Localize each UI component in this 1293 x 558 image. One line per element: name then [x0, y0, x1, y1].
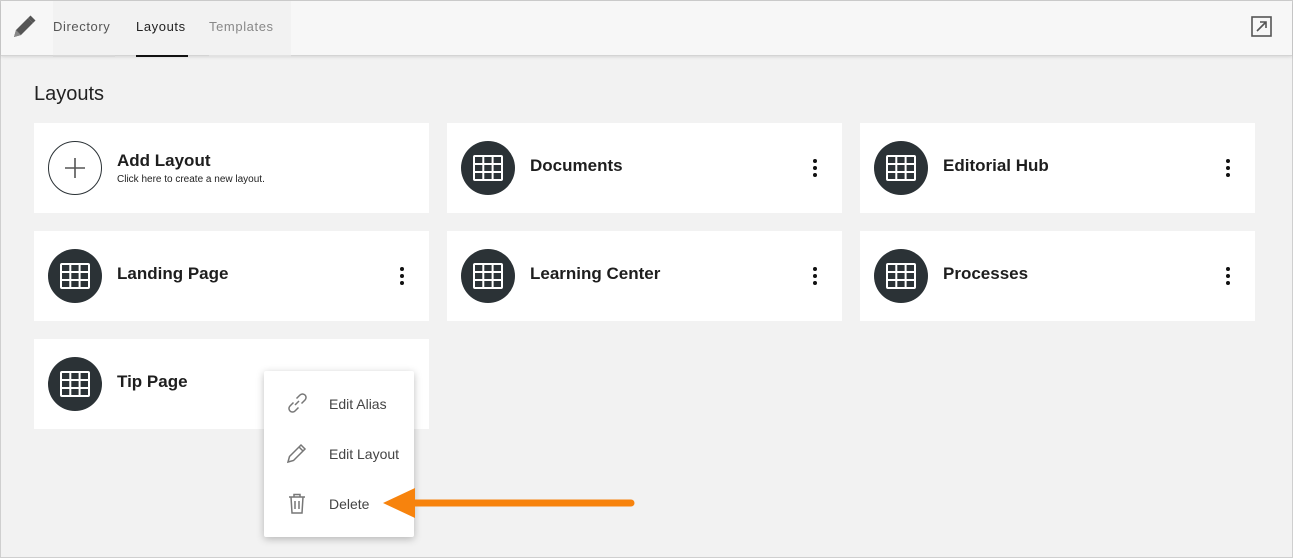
layout-card-landing-page[interactable]: Landing Page: [34, 231, 429, 321]
menu-item-edit-layout[interactable]: Edit Layout: [264, 431, 414, 475]
tab-directory[interactable]: Directory: [53, 1, 136, 57]
grid-icon: [461, 141, 515, 195]
add-layout-card[interactable]: Add Layout Click here to create a new la…: [34, 123, 429, 213]
grid-icon: [48, 249, 102, 303]
add-layout-title: Add Layout: [117, 151, 211, 170]
top-bar: Directory Layouts Templates: [1, 1, 1292, 57]
menu-item-label: Edit Layout: [329, 446, 400, 462]
link-icon: [288, 393, 307, 413]
more-options-icon[interactable]: [806, 265, 824, 287]
layout-title: Landing Page: [117, 264, 229, 283]
layout-card-learning-center[interactable]: Learning Center: [447, 231, 842, 321]
layout-title: Tip Page: [117, 372, 188, 391]
annotation-arrow-icon: [383, 488, 635, 518]
tab-layouts[interactable]: Layouts: [136, 1, 209, 57]
add-layout-subtitle: Click here to create a new layout.: [117, 174, 265, 185]
grid-icon: [874, 141, 928, 195]
layout-card-editorial-hub[interactable]: Editorial Hub: [860, 123, 1255, 213]
more-options-icon[interactable]: [393, 265, 411, 287]
layout-title: Documents: [530, 156, 623, 175]
pencil-icon: [286, 443, 307, 464]
menu-item-edit-alias[interactable]: Edit Alias: [264, 381, 414, 425]
trash-icon: [289, 493, 305, 514]
layout-title: Editorial Hub: [943, 156, 1049, 175]
more-options-icon[interactable]: [1219, 265, 1237, 287]
menu-item-label: Edit Alias: [329, 396, 387, 412]
add-icon: [48, 141, 102, 195]
menu-item-label: Delete: [329, 496, 370, 512]
more-options-icon[interactable]: [806, 157, 824, 179]
page-title: Layouts: [34, 83, 105, 105]
pencil-icon: [14, 15, 36, 37]
tab-bar: Directory Layouts Templates: [53, 1, 291, 57]
grid-icon: [461, 249, 515, 303]
layout-title: Learning Center: [530, 264, 661, 283]
grid-icon: [48, 357, 102, 411]
more-options-icon[interactable]: [1219, 157, 1237, 179]
open-external-icon[interactable]: [1251, 16, 1272, 37]
tab-templates[interactable]: Templates: [209, 1, 291, 57]
layout-card-processes[interactable]: Processes: [860, 231, 1255, 321]
layout-card-documents[interactable]: Documents: [447, 123, 842, 213]
grid-icon: [874, 249, 928, 303]
layout-title: Processes: [943, 264, 1029, 283]
